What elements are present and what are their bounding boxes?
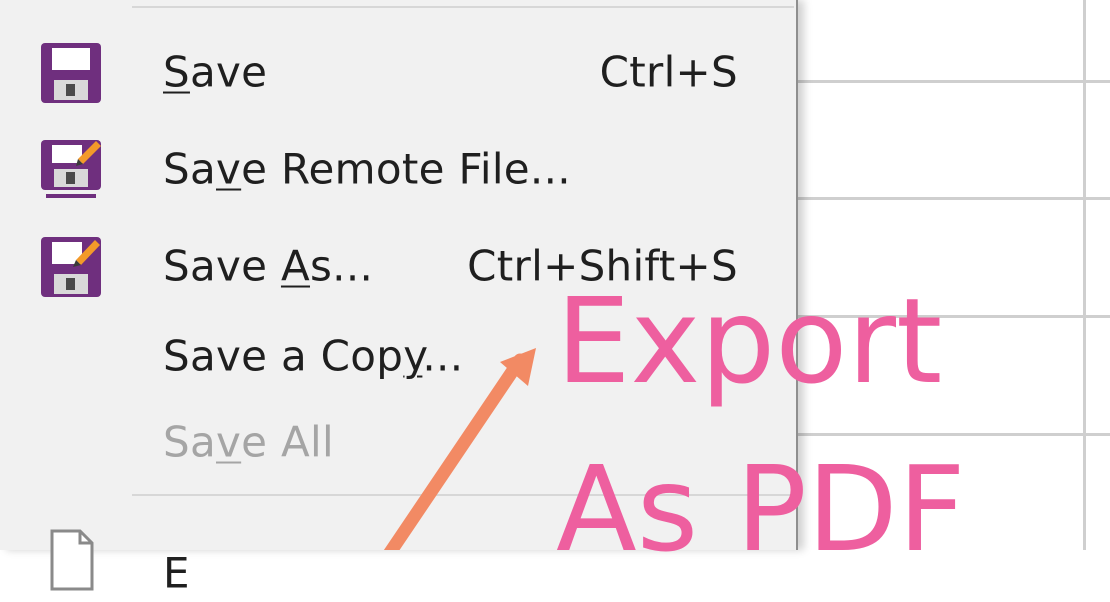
grid-row-line [795, 197, 1110, 200]
menu-item-label: Save a Copy... [163, 331, 464, 381]
grid-column-line [1083, 0, 1086, 550]
grid-row-line [795, 433, 1110, 436]
shortcut-text: Ctrl+S [599, 47, 738, 97]
grid-row-line [795, 80, 1110, 83]
floppy-disk-icon [38, 40, 104, 106]
menu-item-label: Save Remote File... [163, 144, 571, 194]
menu-item-label: Save [163, 47, 268, 97]
save-remote-file-icon [38, 137, 104, 203]
document-icon [38, 527, 104, 593]
menu-separator [132, 6, 794, 8]
menu-item-label: Save As... [163, 241, 374, 291]
menu-item-label: E [163, 548, 190, 598]
annotation-text-as-pdf: As PDF [556, 440, 966, 578]
annotation-text-export: Export [556, 272, 943, 410]
menu-item-label: Save All [163, 417, 334, 467]
save-as-icon [38, 234, 104, 300]
menu-item-save-remote-file[interactable]: Save Remote File... [0, 125, 796, 215]
menu-item-save[interactable]: Save Ctrl+S [0, 28, 796, 118]
